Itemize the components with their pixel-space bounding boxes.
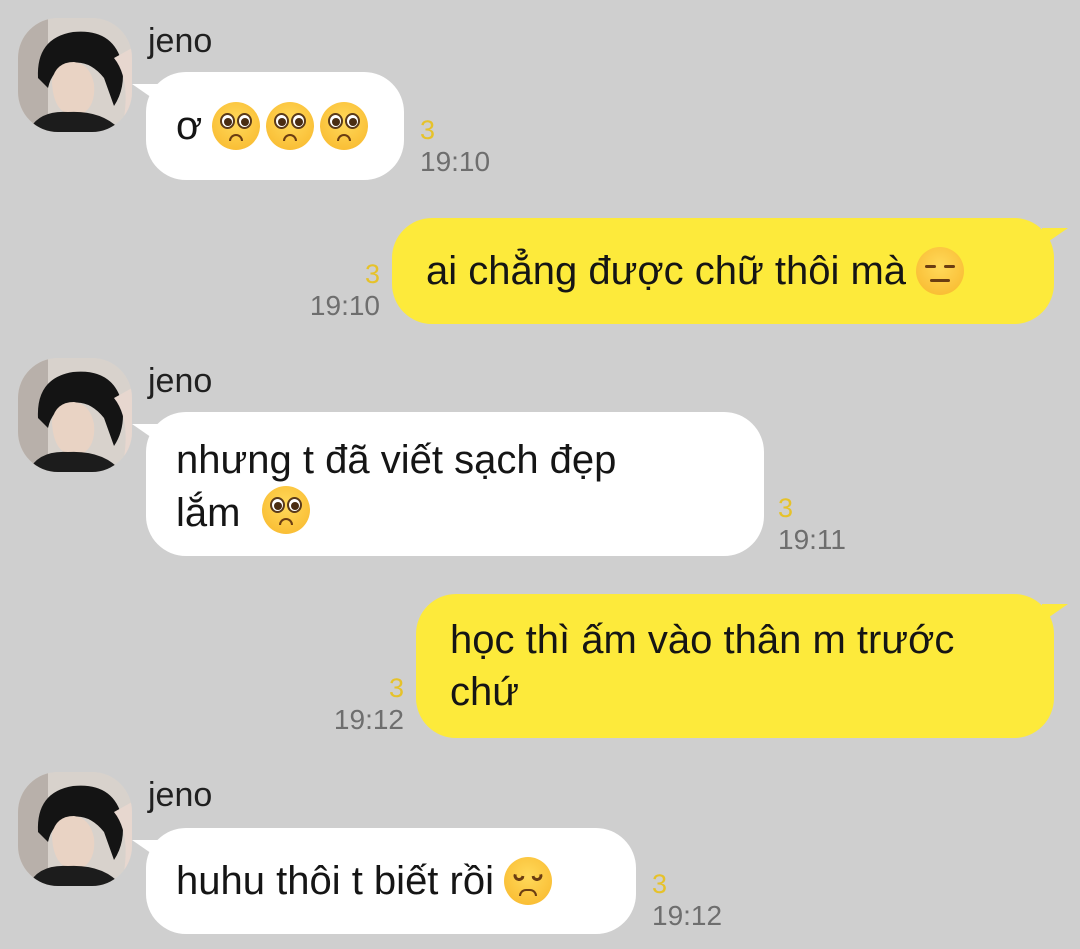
timestamp: 19:11 bbox=[778, 524, 846, 555]
message-meta: 3 19:12 bbox=[334, 672, 404, 736]
message-meta: 3 19:10 bbox=[420, 114, 490, 178]
pleading-face-icon bbox=[261, 486, 310, 534]
message-text-line: nhưng t đã viết sạch đẹp bbox=[176, 438, 617, 482]
profile-photo-icon bbox=[18, 18, 132, 132]
message-text: ai chẳng được chữ thôi mà bbox=[426, 249, 907, 293]
profile-photo-icon bbox=[18, 772, 132, 886]
timestamp: 19:10 bbox=[420, 146, 491, 177]
pleading-face-icon bbox=[212, 102, 261, 150]
message-meta: 3 19:11 bbox=[778, 492, 846, 556]
unread-count: 3 bbox=[420, 115, 436, 145]
timestamp: 19:12 bbox=[652, 900, 723, 931]
message-bubble-incoming[interactable]: huhu thôi t biết rồi bbox=[132, 828, 636, 934]
unread-count: 3 bbox=[778, 493, 794, 523]
message-text: huhu thôi t biết rồi bbox=[176, 859, 494, 903]
pleading-face-icon bbox=[266, 102, 315, 150]
pleading-face-icon bbox=[320, 102, 369, 150]
unread-count: 3 bbox=[652, 869, 668, 899]
message-meta: 3 19:10 bbox=[310, 258, 380, 322]
message-text-line: lắm bbox=[176, 491, 241, 535]
avatar[interactable] bbox=[18, 18, 132, 132]
disappointed-face-icon bbox=[504, 857, 552, 905]
unread-count: 3 bbox=[388, 673, 404, 703]
message-text-line: học thì ấm vào thân m trước bbox=[450, 618, 955, 662]
message-bubble-outgoing[interactable]: ai chẳng được chữ thôi mà bbox=[392, 218, 1068, 324]
profile-photo-icon bbox=[18, 358, 132, 472]
message-text: ơ bbox=[176, 104, 203, 148]
message-meta: 3 19:12 bbox=[652, 868, 722, 932]
timestamp: 19:10 bbox=[309, 290, 380, 321]
expressionless-face-icon bbox=[916, 247, 965, 295]
unread-count: 3 bbox=[364, 259, 380, 289]
sender-name: jeno bbox=[148, 22, 213, 60]
sender-name: jeno bbox=[148, 362, 213, 400]
sender-name: jeno bbox=[148, 776, 213, 814]
timestamp: 19:12 bbox=[333, 704, 404, 735]
avatar[interactable] bbox=[18, 358, 132, 472]
message-bubble-outgoing[interactable]: học thì ấm vào thân m trước chứ bbox=[416, 594, 1068, 738]
message-bubble-incoming[interactable]: ơ bbox=[132, 72, 404, 180]
avatar[interactable] bbox=[18, 772, 132, 886]
message-text-line: chứ bbox=[450, 670, 520, 714]
message-bubble-incoming[interactable]: nhưng t đã viết sạch đẹp lắm bbox=[132, 412, 764, 556]
chat-view: jeno ơ 3 19:10 3 19:10 ai chẳng được chữ… bbox=[0, 0, 1080, 949]
